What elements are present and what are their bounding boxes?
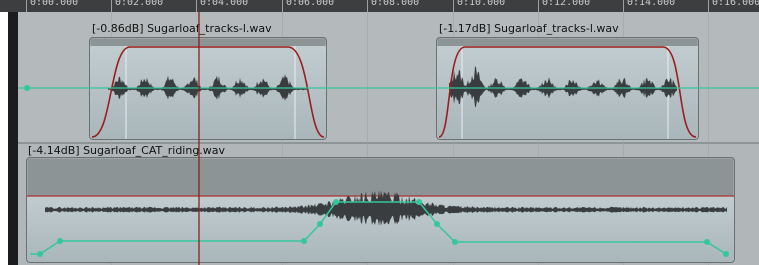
envelope-point[interactable] [704, 239, 710, 245]
envelope-point[interactable] [434, 221, 440, 227]
envelope-point[interactable] [317, 221, 323, 227]
envelope-point[interactable] [333, 199, 339, 205]
envelope-point[interactable] [452, 239, 458, 245]
track-2-volume-envelope[interactable] [30, 201, 727, 255]
envelope-point[interactable] [416, 199, 422, 205]
envelope-point[interactable] [57, 238, 63, 244]
envelope-point[interactable] [723, 251, 729, 257]
envelope-point[interactable] [37, 251, 43, 257]
envelope-point[interactable] [301, 238, 307, 244]
overlay-graphics [18, 12, 759, 265]
envelope-point[interactable] [24, 85, 30, 91]
